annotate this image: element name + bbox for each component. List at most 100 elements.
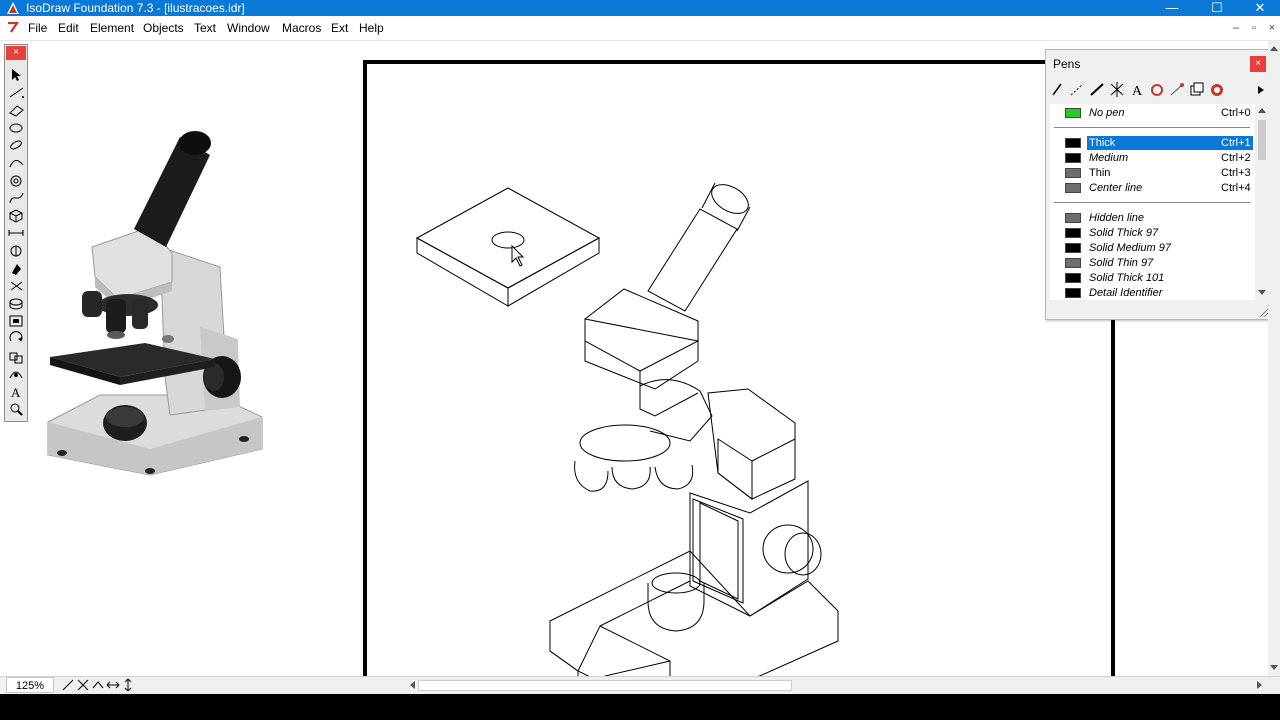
- crosshair-icon[interactable]: [76, 678, 90, 692]
- menu-bar: File Edit Element Objects Text Window Ma…: [0, 16, 1280, 41]
- pens-palette: Pens × A No pen Ctrl+0 Thick Ctrl+1 Medium Ct…: [1045, 49, 1271, 320]
- pen-row[interactable]: Center line Ctrl+4: [1050, 181, 1255, 196]
- text-tool-icon[interactable]: A: [7, 384, 26, 399]
- pens-palette-title: Pens: [1053, 57, 1081, 71]
- pen-name: Center line: [1089, 182, 1143, 194]
- minimize-button[interactable]: —: [1150, 0, 1194, 16]
- arrow-end-icon[interactable]: [1168, 80, 1186, 99]
- menu-file[interactable]: File: [28, 21, 47, 35]
- menu-text[interactable]: Text: [194, 21, 216, 35]
- line-style-icon[interactable]: [1088, 80, 1106, 99]
- horizontal-scrollbar[interactable]: [406, 677, 1268, 693]
- pen-name: No pen: [1089, 107, 1125, 119]
- dimension-tool-icon[interactable]: [7, 225, 26, 240]
- pen-name: Detail Identifier: [1089, 287, 1163, 299]
- vertical-scrollbar[interactable]: [1268, 41, 1280, 676]
- pen-row[interactable]: Solid Medium 97: [1050, 241, 1255, 256]
- pen-name: Solid Thin 97: [1089, 257, 1154, 269]
- pen-settings-icon[interactable]: [1208, 80, 1226, 99]
- vertical-arrows-icon[interactable]: [121, 678, 135, 692]
- close-button[interactable]: ✕: [1238, 0, 1280, 16]
- menu-ext[interactable]: Ext: [331, 21, 348, 35]
- pen-name: Thick: [1087, 137, 1118, 150]
- ellipse-tool-icon[interactable]: [7, 120, 26, 135]
- pen-row[interactable]: Solid Thick 97: [1050, 226, 1255, 241]
- menu-window[interactable]: Window: [227, 21, 270, 35]
- pen-name: Hidden line: [1089, 212, 1145, 224]
- mdi-restore-button[interactable]: ▫: [1247, 22, 1261, 34]
- menu-edit[interactable]: Edit: [58, 21, 79, 35]
- pen-row[interactable]: No pen Ctrl+0: [1050, 106, 1255, 121]
- pen-row[interactable]: Detail Identifier: [1050, 286, 1255, 301]
- pen-row[interactable]: Solid Thin 97: [1050, 256, 1255, 271]
- pen-row[interactable]: Thin Ctrl+3: [1050, 166, 1255, 181]
- pen-row[interactable]: Medium Ctrl+2: [1050, 151, 1255, 166]
- microscope-photo[interactable]: [40, 77, 270, 477]
- maximize-button[interactable]: ☐: [1195, 0, 1239, 16]
- pen-color-swatch: [1065, 138, 1081, 148]
- pen-row[interactable]: Hidden line: [1050, 211, 1255, 226]
- hotspot-tool-icon[interactable]: [7, 366, 26, 381]
- horizontal-scroll-thumb[interactable]: [418, 680, 792, 691]
- pen-color-swatch: [1065, 288, 1081, 298]
- pen-color-swatch: [1065, 228, 1081, 238]
- pen-row[interactable]: Thick Ctrl+1: [1050, 136, 1255, 151]
- resize-grip-icon[interactable]: [1258, 307, 1268, 317]
- screen-bottom-bar: [0, 694, 1280, 720]
- pen-color-swatch: [1065, 243, 1081, 253]
- line-icon[interactable]: [61, 678, 75, 692]
- cut-tool-icon[interactable]: [7, 243, 26, 258]
- color-ring-icon[interactable]: [1148, 80, 1166, 99]
- menu-element[interactable]: Element: [90, 21, 134, 35]
- rectangle-tool-icon[interactable]: [7, 102, 26, 117]
- mdi-close-button[interactable]: ×: [1265, 22, 1279, 34]
- pen-edit-icon[interactable]: [1048, 80, 1066, 99]
- zoom-level-field[interactable]: 125%: [6, 677, 54, 693]
- pen-row[interactable]: Solid Thick 101: [1050, 271, 1255, 286]
- isometric-ellipse-icon[interactable]: [7, 137, 26, 152]
- circle-tool-icon[interactable]: [7, 173, 26, 188]
- bezier-tool-icon[interactable]: [7, 190, 26, 205]
- svg-text:A: A: [11, 385, 21, 399]
- pen-shortcut: Ctrl+2: [1221, 152, 1251, 164]
- document-icon[interactable]: [6, 21, 19, 34]
- scale-tool-icon[interactable]: [7, 313, 26, 328]
- group-tool-icon[interactable]: [7, 349, 26, 364]
- svg-text:A: A: [1132, 84, 1143, 99]
- hatch-icon[interactable]: [1108, 80, 1126, 99]
- isodraw-app-icon: [7, 2, 19, 14]
- pen-list-separator: [1054, 202, 1250, 203]
- box-tool-icon[interactable]: [7, 208, 26, 223]
- spline-tool-icon[interactable]: [7, 155, 26, 170]
- pen-color-swatch: [1065, 168, 1081, 178]
- pen-color-swatch: [1065, 258, 1081, 268]
- menu-macros[interactable]: Macros: [282, 21, 321, 35]
- pen-color-swatch: [1065, 108, 1081, 118]
- layers-icon[interactable]: [1188, 80, 1206, 99]
- fill-tool-icon[interactable]: [7, 261, 26, 276]
- pen-shortcut: Ctrl+0: [1221, 107, 1251, 119]
- text-style-icon[interactable]: A: [1128, 80, 1146, 99]
- horizontal-arrows-icon[interactable]: [106, 678, 120, 692]
- up-arrow-icon[interactable]: [91, 678, 105, 692]
- pen-tool-row: A: [1048, 80, 1268, 100]
- pen-list-scrollbar[interactable]: [1255, 104, 1269, 300]
- dashed-line-icon[interactable]: [1068, 80, 1086, 99]
- menu-help[interactable]: Help: [359, 21, 384, 35]
- pens-palette-header[interactable]: Pens ×: [1046, 50, 1270, 78]
- move-tool-icon[interactable]: [7, 278, 26, 293]
- line-tool-icon[interactable]: [7, 85, 26, 100]
- zoom-tool-icon[interactable]: [7, 401, 26, 417]
- cylinder-tool-icon[interactable]: [7, 296, 26, 311]
- pen-shortcut: Ctrl+1: [1221, 137, 1251, 150]
- mdi-minimize-button[interactable]: –: [1229, 22, 1243, 34]
- select-arrow-icon[interactable]: [7, 67, 26, 82]
- rotate-tool-icon[interactable]: [7, 331, 26, 346]
- pens-close-button[interactable]: ×: [1250, 56, 1266, 72]
- menu-objects[interactable]: Objects: [143, 21, 184, 35]
- pen-name: Thin: [1089, 167, 1111, 179]
- tool-palette-close-button[interactable]: ×: [6, 46, 26, 60]
- isometric-microscope-drawing[interactable]: [400, 171, 860, 676]
- pen-shortcut: Ctrl+3: [1221, 167, 1251, 179]
- status-bar: 125%: [0, 676, 1280, 694]
